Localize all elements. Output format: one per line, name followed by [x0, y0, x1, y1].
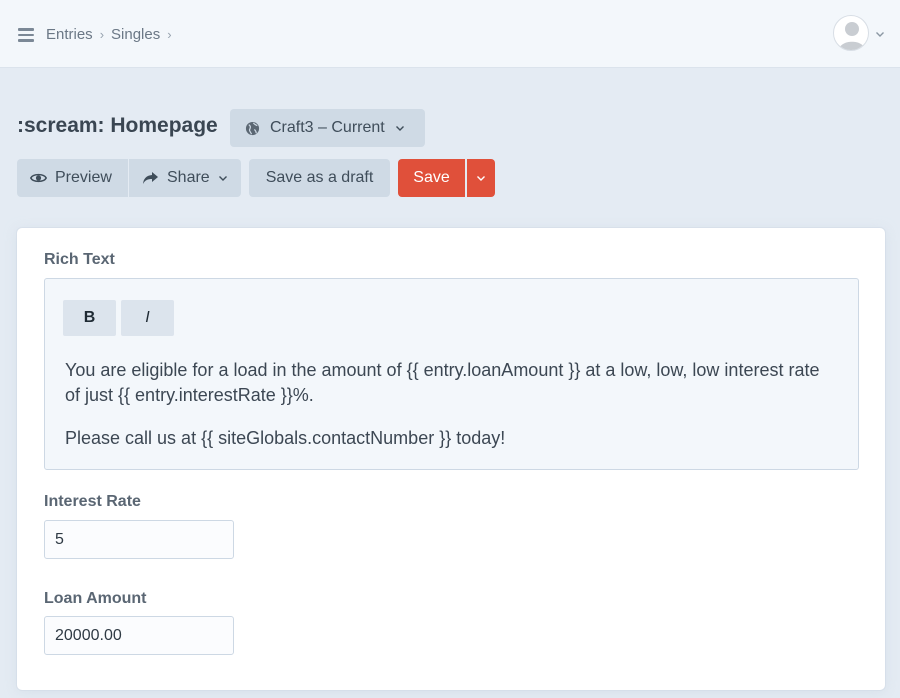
site-menu-button[interactable]: Craft3 – Current: [230, 109, 425, 147]
breadcrumb-singles[interactable]: Singles: [111, 26, 160, 43]
bold-button[interactable]: B: [63, 300, 116, 336]
rich-text-body[interactable]: You are eligible for a load in the amoun…: [65, 358, 825, 469]
save-as-draft-label: Save as a draft: [265, 169, 374, 186]
preview-label: Preview: [55, 169, 112, 186]
user-avatar[interactable]: [833, 15, 869, 51]
share-button[interactable]: Share: [129, 159, 241, 197]
chevron-down-icon: [395, 123, 405, 133]
interest-rate-input[interactable]: [44, 520, 234, 559]
eye-icon: [30, 172, 47, 184]
rich-text-paragraph: Please call us at {{ siteGlobals.contact…: [65, 428, 506, 448]
chevron-down-icon: [218, 173, 228, 183]
loan-amount-label: Loan Amount: [44, 590, 147, 607]
save-button[interactable]: Save: [398, 159, 465, 197]
loan-amount-input[interactable]: [44, 616, 234, 655]
top-bar: Entries › Singles ›: [0, 0, 900, 68]
save-label: Save: [413, 169, 450, 186]
rich-text-editor[interactable]: B I You are eligible for a load in the a…: [44, 278, 859, 470]
interest-rate-label: Interest Rate: [44, 493, 141, 510]
italic-button[interactable]: I: [121, 300, 174, 336]
preview-button[interactable]: Preview: [17, 159, 128, 197]
share-label: Share: [167, 169, 210, 186]
chevron-right-icon: ›: [167, 27, 172, 42]
user-silhouette-icon: [839, 22, 865, 50]
breadcrumb-entries[interactable]: Entries: [46, 26, 93, 43]
content-pane: Rich Text B I You are eligible for a loa…: [17, 228, 885, 690]
site-menu-label: Craft3 – Current: [270, 119, 385, 136]
hamburger-icon[interactable]: [18, 28, 34, 42]
breadcrumb: Entries › Singles ›: [46, 26, 179, 43]
globe-icon: [245, 121, 260, 136]
page-title: :scream: Homepage: [17, 114, 218, 137]
chevron-down-icon: [476, 173, 486, 183]
save-as-draft-button[interactable]: Save as a draft: [249, 159, 390, 197]
share-arrow-icon: [142, 171, 159, 185]
save-options-button[interactable]: [467, 159, 495, 197]
rich-text-paragraph: You are eligible for a load in the amoun…: [65, 360, 820, 405]
chevron-right-icon: ›: [99, 27, 105, 42]
chevron-down-icon[interactable]: [875, 26, 885, 37]
rich-text-label: Rich Text: [44, 251, 115, 268]
